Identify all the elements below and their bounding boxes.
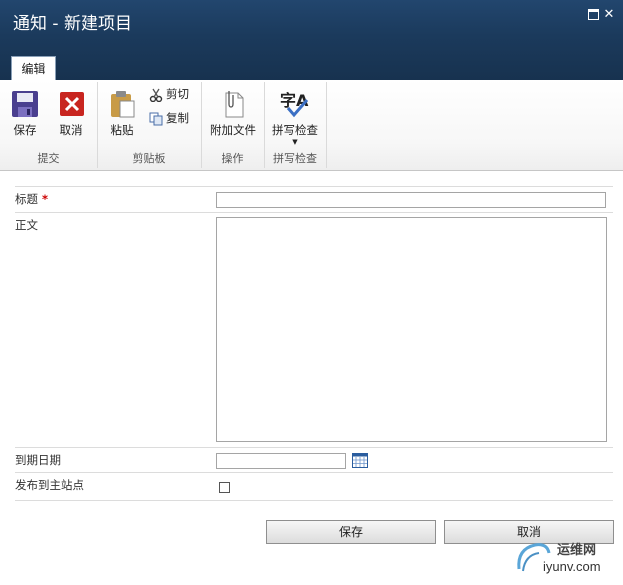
copy-icon [149, 112, 163, 126]
save-ribbon-button[interactable]: 保存 [4, 86, 46, 138]
tab-edit[interactable]: 编辑 [11, 56, 56, 80]
due-date-label: 到期日期 [15, 453, 61, 467]
group-label-actions: 操作 [221, 152, 244, 165]
group-label-clipboard: 剪贴板 [132, 152, 166, 165]
title-input[interactable] [216, 192, 606, 208]
calendar-icon[interactable] [352, 453, 368, 468]
cancel-ribbon-button[interactable]: 取消 [50, 86, 92, 138]
body-row: 正文 [15, 212, 613, 448]
scissors-icon [149, 88, 163, 102]
close-icon[interactable]: ✕ [603, 8, 615, 21]
body-label: 正文 [15, 218, 38, 232]
spell-check-label: 拼写检查 [272, 123, 318, 137]
due-date-row: 到期日期 [15, 447, 613, 473]
publish-row: 发布到主站点 [15, 472, 613, 501]
spell-check-button[interactable]: 字A 拼写检查 ▼ [267, 86, 323, 146]
watermark-url: iyunv.com [543, 559, 601, 574]
publish-label: 发布到主站点 [15, 478, 84, 492]
floppy-disk-icon [10, 90, 40, 118]
group-label-submit: 提交 [37, 152, 60, 165]
watermark-brand: 运维网 [557, 543, 597, 558]
window-titlebar: 通知 - 新建项目 ✕ 编辑 [0, 0, 623, 80]
title-row: 标题 * [15, 186, 613, 213]
save-button[interactable]: 保存 [266, 520, 436, 544]
paste-label: 粘贴 [110, 123, 134, 137]
clipboard-icon [107, 90, 137, 118]
window-title: 通知 - 新建项目 [13, 14, 132, 34]
ribbon-group-spelling: 字A 拼写检查 ▼ 拼写检查 [264, 82, 327, 168]
copy-button[interactable]: 复制 [149, 110, 189, 126]
copy-label: 复制 [166, 111, 189, 125]
cut-button[interactable]: 剪切 [149, 86, 189, 102]
attach-file-button[interactable]: 附加文件 [204, 86, 262, 138]
ribbon: 保存 取消 提交 粘贴 剪切 复制 剪贴板 附加文件 操作 字A 拼写检查 ▼ … [0, 80, 623, 171]
body-textarea[interactable] [216, 217, 607, 442]
due-date-input[interactable] [216, 453, 346, 469]
ribbon-group-actions: 附加文件 操作 [201, 82, 265, 168]
cut-label: 剪切 [166, 87, 189, 101]
cancel-ribbon-label: 取消 [59, 123, 83, 137]
watermark-logo: 运维网 iyunv.com [513, 539, 615, 579]
publish-checkbox[interactable] [219, 482, 230, 493]
dropdown-arrow-icon: ▼ [292, 138, 298, 146]
ribbon-group-clipboard: 粘贴 剪切 复制 剪贴板 [97, 82, 202, 168]
group-label-spelling: 拼写检查 [273, 152, 317, 165]
required-mark: * [42, 192, 49, 206]
save-ribbon-label: 保存 [13, 123, 37, 137]
title-label: 标题 * [15, 192, 49, 206]
attach-file-label: 附加文件 [210, 123, 256, 137]
cancel-x-icon [56, 90, 86, 118]
paste-button[interactable]: 粘贴 [101, 86, 143, 138]
spell-check-icon: 字A [280, 90, 310, 118]
paperclip-document-icon [218, 90, 248, 118]
ribbon-group-submit: 保存 取消 提交 [0, 82, 98, 168]
maximize-icon[interactable] [588, 9, 599, 20]
